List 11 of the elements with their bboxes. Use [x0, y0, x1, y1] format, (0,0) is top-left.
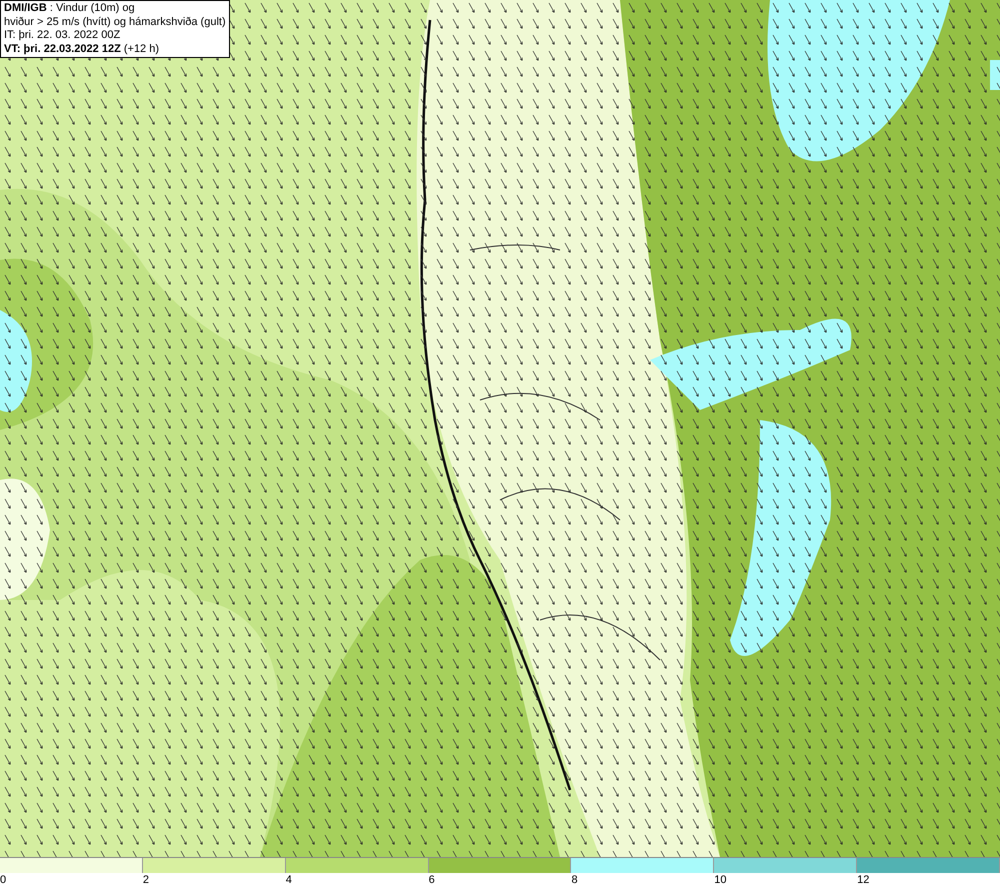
info-line: VT: þri. 22.03.2022 12Z (+12 h) — [4, 42, 160, 56]
legend-label: 2 — [142, 874, 149, 886]
legend-label: 12 — [857, 874, 870, 886]
legend-label: 0 — [0, 874, 6, 886]
legend-label: 10 — [714, 874, 727, 886]
legend-label: 4 — [286, 874, 292, 886]
info-line: hviður > 25 m/s (hvítt) og hámarkshviða (gult) — [4, 16, 226, 29]
legend-label: 6 — [428, 874, 435, 886]
legend-label: 8 — [571, 874, 578, 886]
info-line: DMI/IGB : Vindur (10m) og — [4, 2, 136, 16]
info-line: IT: þri. 22. 03. 2022 00Z — [4, 29, 122, 42]
